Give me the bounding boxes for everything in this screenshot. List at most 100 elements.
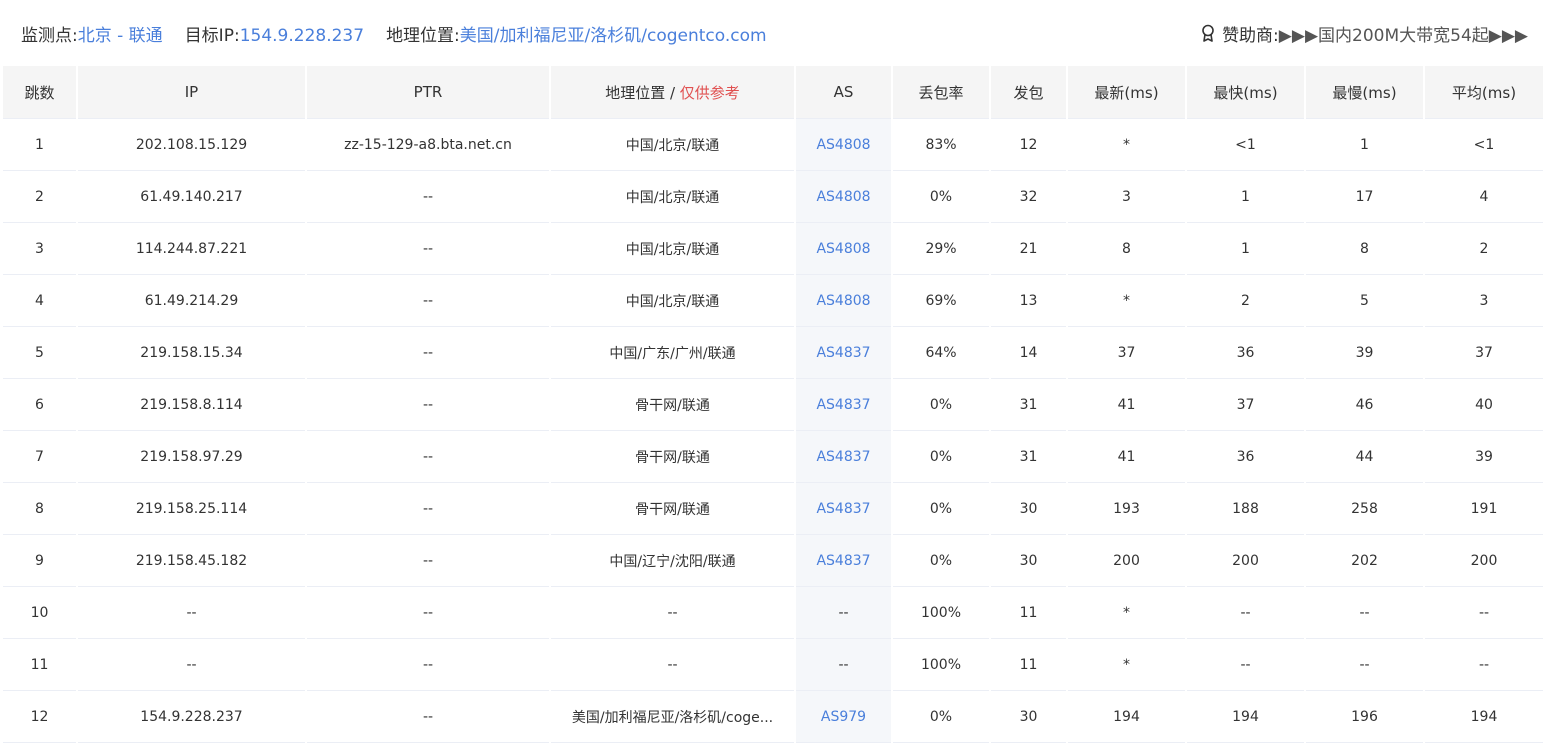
cell-best: 200: [1187, 535, 1304, 587]
cell-ip: 61.49.140.217: [78, 171, 305, 223]
cell-ip: 61.49.214.29: [78, 275, 305, 327]
col-worst: 最慢(ms): [1306, 66, 1423, 119]
cell-hop: 5: [3, 327, 76, 379]
cell-ptr: --: [307, 535, 549, 587]
cell-last: 194: [1068, 691, 1185, 743]
cell-as: AS4837: [796, 431, 891, 483]
cell-loss: 0%: [893, 171, 989, 223]
monitor-value[interactable]: 北京 - 联通: [78, 26, 163, 46]
cell-sent: 11: [991, 639, 1066, 691]
as-link[interactable]: AS4808: [816, 241, 870, 257]
cell-hop: 1: [3, 119, 76, 171]
sponsor-link[interactable]: ▶▶▶国内200M大带宽54起▶▶▶: [1279, 21, 1528, 46]
col-last: 最新(ms): [1068, 66, 1185, 119]
cell-sent: 11: [991, 587, 1066, 639]
cell-sent: 30: [991, 483, 1066, 535]
table-row: 8 219.158.25.114 -- 骨干网/联通 AS4837 0% 30 193 188 2…: [3, 483, 1543, 535]
cell-geo: 中国/北京/联通: [551, 275, 794, 327]
col-geo-note: 仅供参考: [679, 83, 740, 102]
as-link[interactable]: AS4837: [816, 397, 870, 413]
cell-last: 3: [1068, 171, 1185, 223]
cell-last: 37: [1068, 327, 1185, 379]
cell-as: --: [796, 639, 891, 691]
table-header-row: 跳数 IP PTR 地理位置 / 仅供参考 AS 丢包率 发包 最新(ms) 最…: [3, 66, 1543, 119]
as-value: --: [838, 656, 849, 673]
col-hop: 跳数: [3, 66, 76, 119]
cell-sent: 31: [991, 379, 1066, 431]
cell-as: AS4808: [796, 275, 891, 327]
cell-loss: 0%: [893, 431, 989, 483]
cell-best: 2: [1187, 275, 1304, 327]
geo-value[interactable]: 美国/加利福尼亚/洛杉矶/cogentco.com: [460, 26, 767, 46]
cell-sent: 31: [991, 431, 1066, 483]
as-link[interactable]: AS4837: [816, 501, 870, 517]
col-sent: 发包: [991, 66, 1066, 119]
cell-as: AS4808: [796, 171, 891, 223]
cell-worst: 202: [1306, 535, 1423, 587]
table-row: 5 219.158.15.34 -- 中国/广东/广州/联通 AS4837 64% 14 37…: [3, 327, 1543, 379]
cell-hop: 11: [3, 639, 76, 691]
as-link[interactable]: AS4808: [816, 189, 870, 205]
cell-ip: --: [78, 639, 305, 691]
cell-sent: 13: [991, 275, 1066, 327]
cell-avg: 200: [1425, 535, 1543, 587]
as-link[interactable]: AS979: [821, 709, 866, 725]
cell-sent: 30: [991, 535, 1066, 587]
cell-best: --: [1187, 587, 1304, 639]
target-geo: 地理位置:美国/加利福尼亚/洛杉矶/cogentco.com: [386, 21, 767, 46]
cell-loss: 100%: [893, 587, 989, 639]
cell-loss: 100%: [893, 639, 989, 691]
cell-ptr: --: [307, 691, 549, 743]
monitor-label: 监测点:: [21, 25, 78, 46]
cell-avg: <1: [1425, 119, 1543, 171]
table-row: 10 -- -- -- -- 100% 11 * -- -- --: [3, 587, 1543, 639]
cell-ptr: zz-15-129-a8.bta.net.cn: [307, 119, 549, 171]
cell-avg: 4: [1425, 171, 1543, 223]
sponsor-label: 赞助商:: [1222, 25, 1279, 46]
cell-ptr: --: [307, 327, 549, 379]
cell-as: AS4808: [796, 223, 891, 275]
cell-as: AS979: [796, 691, 891, 743]
cell-loss: 0%: [893, 483, 989, 535]
cell-last: 193: [1068, 483, 1185, 535]
cell-avg: 37: [1425, 327, 1543, 379]
cell-ip: 114.244.87.221: [78, 223, 305, 275]
cell-sent: 21: [991, 223, 1066, 275]
cell-avg: 40: [1425, 379, 1543, 431]
table-row: 4 61.49.214.29 -- 中国/北京/联通 AS4808 69% 13 * 2 5 3: [3, 275, 1543, 327]
target-ip-value[interactable]: 154.9.228.237: [240, 26, 364, 46]
as-link[interactable]: AS4808: [816, 137, 870, 153]
col-best: 最快(ms): [1187, 66, 1304, 119]
table-row: 7 219.158.97.29 -- 骨干网/联通 AS4837 0% 31 41 36 44 39: [3, 431, 1543, 483]
as-value: --: [838, 604, 849, 621]
cell-best: 1: [1187, 223, 1304, 275]
cell-last: 8: [1068, 223, 1185, 275]
cell-avg: 3: [1425, 275, 1543, 327]
cell-worst: 5: [1306, 275, 1423, 327]
cell-geo: 骨干网/联通: [551, 379, 794, 431]
cell-geo: 骨干网/联通: [551, 431, 794, 483]
cell-geo: 中国/北京/联通: [551, 223, 794, 275]
cell-ptr: --: [307, 639, 549, 691]
cell-sent: 14: [991, 327, 1066, 379]
col-geo-sep: /: [665, 83, 680, 102]
cell-ip: 219.158.25.114: [78, 483, 305, 535]
cell-worst: 8: [1306, 223, 1423, 275]
as-link[interactable]: AS4837: [816, 449, 870, 465]
cell-ip: 154.9.228.237: [78, 691, 305, 743]
cell-ptr: --: [307, 379, 549, 431]
as-link[interactable]: AS4808: [816, 293, 870, 309]
cell-best: 1: [1187, 171, 1304, 223]
cell-geo: --: [551, 639, 794, 691]
cell-ptr: --: [307, 275, 549, 327]
cell-loss: 29%: [893, 223, 989, 275]
cell-as: AS4837: [796, 379, 891, 431]
as-link[interactable]: AS4837: [816, 553, 870, 569]
as-link[interactable]: AS4837: [816, 345, 870, 361]
cell-ptr: --: [307, 431, 549, 483]
cell-loss: 83%: [893, 119, 989, 171]
cell-best: <1: [1187, 119, 1304, 171]
cell-hop: 3: [3, 223, 76, 275]
cell-hop: 6: [3, 379, 76, 431]
cell-ip: --: [78, 587, 305, 639]
